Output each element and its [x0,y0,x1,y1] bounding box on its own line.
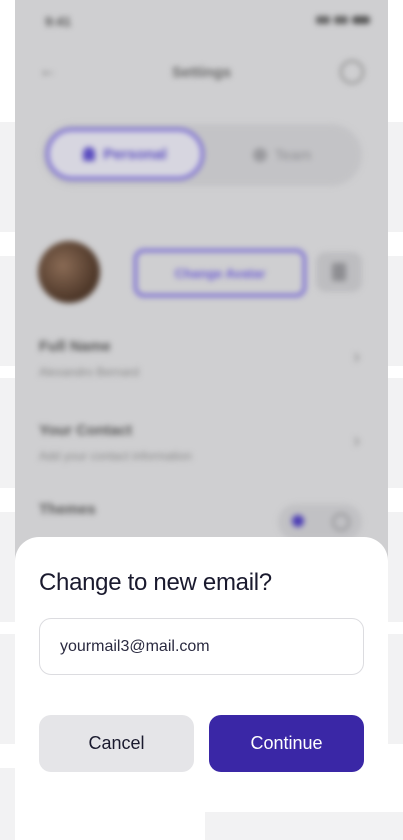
row-full-name[interactable]: Full Name Alexandro Bernard › [39,338,364,398]
avatar [38,241,100,303]
trash-icon [332,263,346,281]
tab-personal[interactable]: Personal [46,128,204,180]
background-stripe [388,378,403,488]
page-title: Settings [171,64,232,81]
signal-icon [316,16,330,24]
status-bar: 9:41 [15,0,388,42]
wifi-icon [334,16,348,24]
background-stripe [0,122,15,232]
continue-button[interactable]: Continue [209,715,364,772]
background-stripe [0,768,15,840]
status-icons [316,16,370,24]
segment-control: Personal Team [42,124,362,186]
row-subtitle: Add your contact information [39,449,192,463]
change-email-dialog: Change to new email? Cancel Continue [15,537,388,810]
background-stripe [388,634,403,744]
dialog-title: Change to new email? [39,569,272,596]
chevron-right-icon: › [353,430,360,452]
row-title: Full Name [39,338,111,355]
theme-toggle[interactable] [278,504,362,540]
email-field[interactable] [39,618,364,675]
sun-icon [292,515,304,527]
row-title: Your Contact [39,422,133,439]
row-your-contact[interactable]: Your Contact Add your contact informatio… [39,422,364,482]
background-stripe [388,256,403,366]
battery-icon [352,16,370,24]
person-icon [83,147,96,161]
tab-team[interactable]: Team [222,138,342,172]
background-stripe [0,634,15,744]
background-stripe [0,512,15,622]
background-stripe [388,512,403,622]
cancel-button[interactable]: Cancel [39,715,194,772]
change-avatar-button[interactable]: Change Avatar [134,249,306,297]
team-icon [252,148,267,162]
tab-personal-label: Personal [103,145,167,163]
delete-avatar-button[interactable] [316,252,362,292]
chevron-right-icon: › [353,346,360,368]
status-time: 9:41 [45,14,72,29]
nav-bar: ← Settings [15,52,388,92]
moon-icon [332,513,350,531]
background-stripe [0,378,15,488]
tab-team-label: Team [274,146,312,164]
background-stripe [0,256,15,366]
row-subtitle: Alexandro Bernard [39,365,140,379]
background-stripe [388,122,403,232]
help-icon[interactable] [340,60,364,84]
background-stripe [205,812,403,840]
